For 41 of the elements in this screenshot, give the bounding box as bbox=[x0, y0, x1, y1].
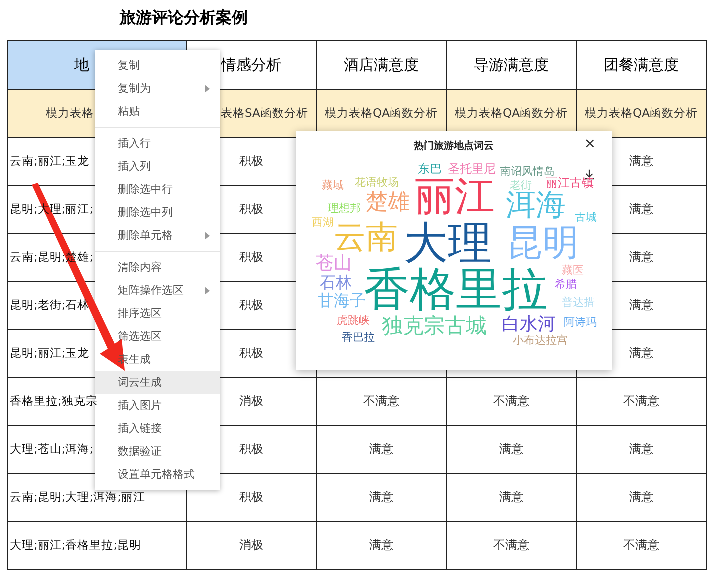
cloud-word: 花语牧场 bbox=[355, 176, 399, 188]
cloud-word: 云南 bbox=[334, 221, 398, 253]
cloud-word: 希腊 bbox=[555, 278, 577, 290]
table-cell: 满意 bbox=[316, 522, 446, 570]
table-cell: 大理;丽江;香格里拉;昆明 bbox=[8, 522, 186, 570]
cloud-word: 虎跳峡 bbox=[337, 314, 370, 326]
cloud-word: 圣托里尼 bbox=[448, 163, 496, 175]
table-cell: 满意 bbox=[446, 474, 576, 522]
table-cell: 不满意 bbox=[576, 378, 706, 426]
cloud-word: 南诏风情岛 bbox=[500, 166, 555, 176]
table-cell: 不满意 bbox=[576, 522, 706, 570]
cloud-word: 楚雄 bbox=[366, 192, 410, 214]
cloud-word: 古城 bbox=[575, 212, 597, 222]
cloud-word: 白水河 bbox=[502, 316, 556, 334]
cloud-word: 香巴拉 bbox=[342, 332, 375, 342]
cloud-word: 昆明 bbox=[507, 226, 579, 262]
cloud-word: 独克宗古城 bbox=[382, 316, 487, 336]
table-cell: 满意 bbox=[316, 474, 446, 522]
table-cell: 不满意 bbox=[316, 378, 446, 426]
cloud-word: 石林 bbox=[320, 275, 352, 291]
table-cell: 满意 bbox=[446, 426, 576, 474]
table-cell: 满意 bbox=[576, 426, 706, 474]
cloud-word: 老街 bbox=[510, 180, 532, 190]
table-cell: 不满意 bbox=[446, 522, 576, 570]
dialog-title: 热门旅游地点词云 bbox=[414, 139, 494, 153]
table-cell: 消极 bbox=[186, 522, 316, 570]
cloud-word: 理想邦 bbox=[328, 202, 361, 214]
cloud-word: 藏域 bbox=[322, 180, 344, 190]
cloud-word: 东巴 bbox=[418, 163, 442, 175]
table-cell: 满意 bbox=[316, 426, 446, 474]
cloud-word: 丽江 bbox=[415, 177, 495, 217]
cloud-word: 甘海子 bbox=[318, 293, 366, 309]
table-cell: 满意 bbox=[576, 474, 706, 522]
subheader-cell: 模力表格QA函数分析 bbox=[576, 90, 706, 138]
sheet-title: 旅游评论分析案例 bbox=[120, 8, 249, 29]
cloud-word: 小布达拉宫 bbox=[513, 334, 568, 346]
cloud-word: 大理 bbox=[404, 222, 492, 266]
cloud-word: 洱海 bbox=[506, 191, 566, 221]
cloud-word: 香格里拉 bbox=[364, 266, 548, 312]
table-cell: 不满意 bbox=[446, 378, 576, 426]
cloud-word: 苍山 bbox=[316, 255, 352, 273]
